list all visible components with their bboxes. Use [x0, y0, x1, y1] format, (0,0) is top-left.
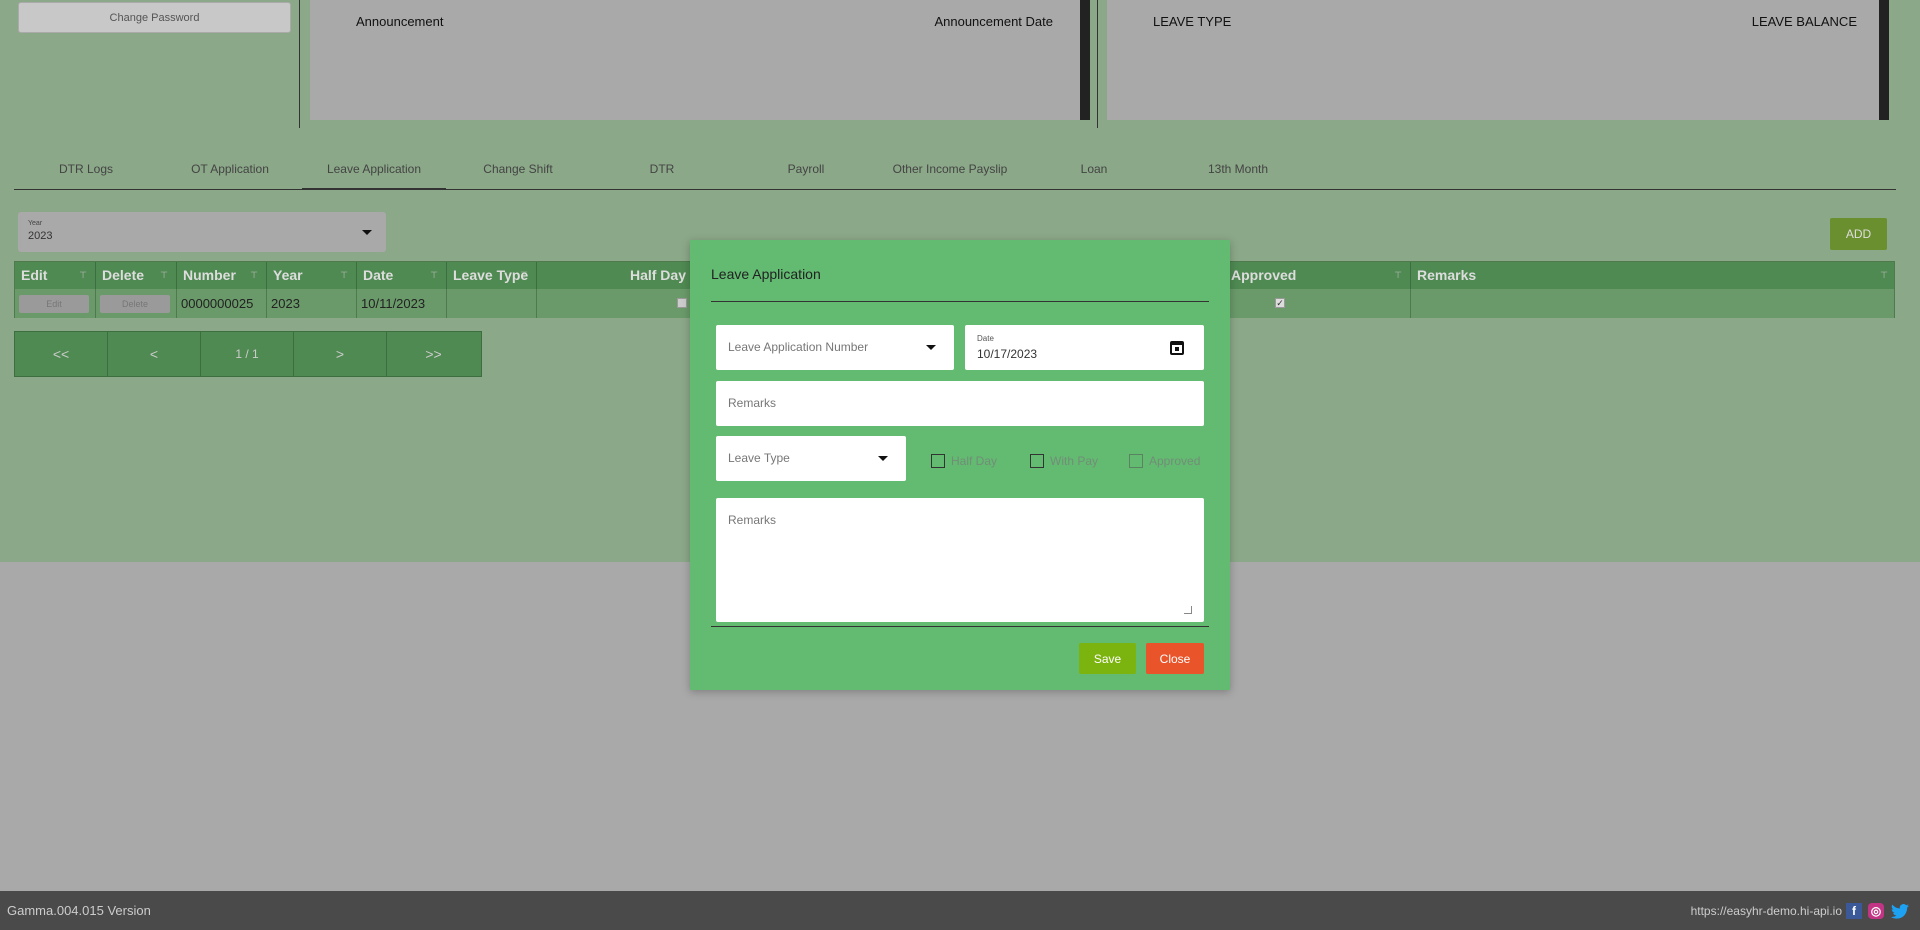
last-page-button[interactable]: >>	[387, 332, 480, 376]
cell-date: 10/11/2023	[357, 289, 447, 318]
leave-number-select[interactable]: Leave Application Number	[716, 325, 954, 370]
close-button[interactable]: Close	[1146, 643, 1204, 674]
announcement-date-header: Announcement Date	[934, 14, 1053, 29]
delete-row-button[interactable]: Delete	[100, 295, 170, 313]
change-password-button[interactable]: Change Password	[18, 2, 291, 33]
divider	[711, 301, 1209, 302]
tab-other-income-payslip[interactable]: Other Income Payslip	[878, 161, 1022, 190]
twitter-icon[interactable]	[1890, 903, 1910, 919]
tab-13th-month[interactable]: 13th Month	[1166, 161, 1310, 190]
divider	[1097, 0, 1098, 128]
scrollbar[interactable]	[1080, 0, 1090, 120]
scrollbar[interactable]	[1879, 0, 1889, 120]
remarks-textarea-placeholder: Remarks	[728, 513, 777, 527]
calendar-icon[interactable]	[1170, 341, 1184, 355]
cell-delete: Delete	[96, 289, 177, 318]
announcement-panel: Announcement Announcement Date	[310, 0, 1090, 120]
page-indicator: 1 / 1	[201, 332, 294, 376]
filter-icon[interactable]: ⊤	[520, 262, 528, 289]
approved-checkbox: ✓	[1275, 298, 1285, 308]
cell-edit: Edit	[15, 289, 96, 318]
tab-dtr-logs[interactable]: DTR Logs	[14, 161, 158, 190]
divider	[711, 626, 1209, 627]
date-value: 10/17/2023	[977, 347, 1038, 361]
announcement-header: Announcement	[356, 14, 444, 29]
year-select[interactable]: Year 2023	[18, 212, 386, 252]
footer: Gamma.004.015 Version https://easyhr-dem…	[0, 891, 1920, 930]
edit-row-button[interactable]: Edit	[19, 295, 89, 313]
pagination: << < 1 / 1 > >>	[14, 331, 482, 377]
with-pay-label: With Pay	[1050, 454, 1099, 468]
leave-type-placeholder: Leave Type	[728, 451, 790, 465]
column-header-approved[interactable]: Approved ⊤	[1225, 262, 1411, 289]
half-day-checkbox	[677, 298, 687, 308]
tab-loan[interactable]: Loan	[1022, 161, 1166, 190]
cell-year: 2023	[267, 289, 357, 318]
with-pay-checkbox[interactable]: With Pay	[1030, 454, 1098, 468]
remarks-input[interactable]: Remarks	[716, 381, 1204, 426]
tab-dtr[interactable]: DTR	[590, 161, 734, 190]
chevron-down-icon	[878, 456, 888, 461]
cell-number: 0000000025	[177, 289, 267, 318]
filter-icon[interactable]: ⊤	[160, 262, 168, 289]
checkbox-box[interactable]	[1030, 454, 1044, 468]
chevron-down-icon	[926, 345, 936, 350]
next-page-button[interactable]: >	[294, 332, 387, 376]
column-header-half-day[interactable]: Half Day	[537, 262, 693, 289]
cell-remarks	[1411, 289, 1896, 318]
add-button[interactable]: ADD	[1830, 218, 1887, 250]
facebook-icon[interactable]: f	[1846, 903, 1862, 919]
chevron-down-icon	[362, 230, 372, 235]
leave-type-select[interactable]: Leave Type	[716, 436, 906, 481]
cell-approved: ✓	[1225, 289, 1411, 318]
remarks-textarea[interactable]: Remarks	[716, 498, 1204, 622]
column-header-leave-type[interactable]: Leave Type ⊤	[447, 262, 537, 289]
filter-icon[interactable]: ⊤	[1880, 262, 1888, 289]
year-value: 2023	[28, 230, 53, 242]
page-edge	[1910, 0, 1920, 562]
modal-title: Leave Application	[711, 266, 821, 282]
divider	[299, 0, 300, 128]
column-header-delete[interactable]: Delete ⊤	[96, 262, 177, 289]
filter-icon[interactable]: ⊤	[1394, 262, 1402, 289]
version-text: Gamma.004.015 Version	[7, 903, 151, 918]
remarks-placeholder: Remarks	[728, 396, 777, 410]
tab-leave-application[interactable]: Leave Application	[302, 161, 446, 190]
filter-icon[interactable]: ⊤	[250, 262, 258, 289]
resize-handle-icon[interactable]	[1184, 606, 1192, 614]
profile-panel: Change Password	[0, 0, 300, 128]
filter-icon[interactable]: ⊤	[430, 262, 438, 289]
tab-ot-application[interactable]: OT Application	[158, 161, 302, 190]
filter-icon[interactable]: ⊤	[340, 262, 348, 289]
save-button[interactable]: Save	[1079, 643, 1136, 674]
approved-label: Approved	[1149, 454, 1201, 468]
leave-balance-header: LEAVE BALANCE	[1751, 14, 1857, 29]
date-field[interactable]: Date 10/17/2023	[965, 325, 1204, 370]
module-tabs: DTR Logs OT Application Leave Applicatio…	[14, 155, 1896, 190]
leave-type-header: LEAVE TYPE	[1153, 14, 1232, 29]
instagram-icon[interactable]: ◎	[1868, 903, 1884, 919]
tab-payroll[interactable]: Payroll	[734, 161, 878, 190]
column-header-edit[interactable]: Edit ⊤	[15, 262, 96, 289]
column-header-year[interactable]: Year ⊤	[267, 262, 357, 289]
filter-icon[interactable]: ⊤	[79, 262, 87, 289]
tab-change-shift[interactable]: Change Shift	[446, 161, 590, 190]
column-header-remarks[interactable]: Remarks ⊤	[1411, 262, 1896, 289]
half-day-label: Half Day	[951, 454, 998, 468]
leave-application-modal: Leave Application Leave Application Numb…	[690, 240, 1230, 690]
year-label: Year	[28, 220, 43, 227]
footer-url[interactable]: https://easyhr-demo.hi-api.io	[1691, 904, 1842, 918]
leave-balance-panel: LEAVE TYPE LEAVE BALANCE	[1107, 0, 1889, 120]
cell-leave-type	[447, 289, 537, 318]
checkbox-box	[1129, 454, 1143, 468]
first-page-button[interactable]: <<	[15, 332, 108, 376]
date-label: Date	[977, 334, 994, 343]
half-day-checkbox[interactable]: Half Day	[931, 454, 997, 468]
column-header-date[interactable]: Date ⊤	[357, 262, 447, 289]
column-header-number[interactable]: Number ⊤	[177, 262, 267, 289]
approved-checkbox: Approved	[1129, 454, 1200, 468]
leave-number-placeholder: Leave Application Number	[728, 340, 869, 354]
checkbox-box[interactable]	[931, 454, 945, 468]
prev-page-button[interactable]: <	[108, 332, 201, 376]
